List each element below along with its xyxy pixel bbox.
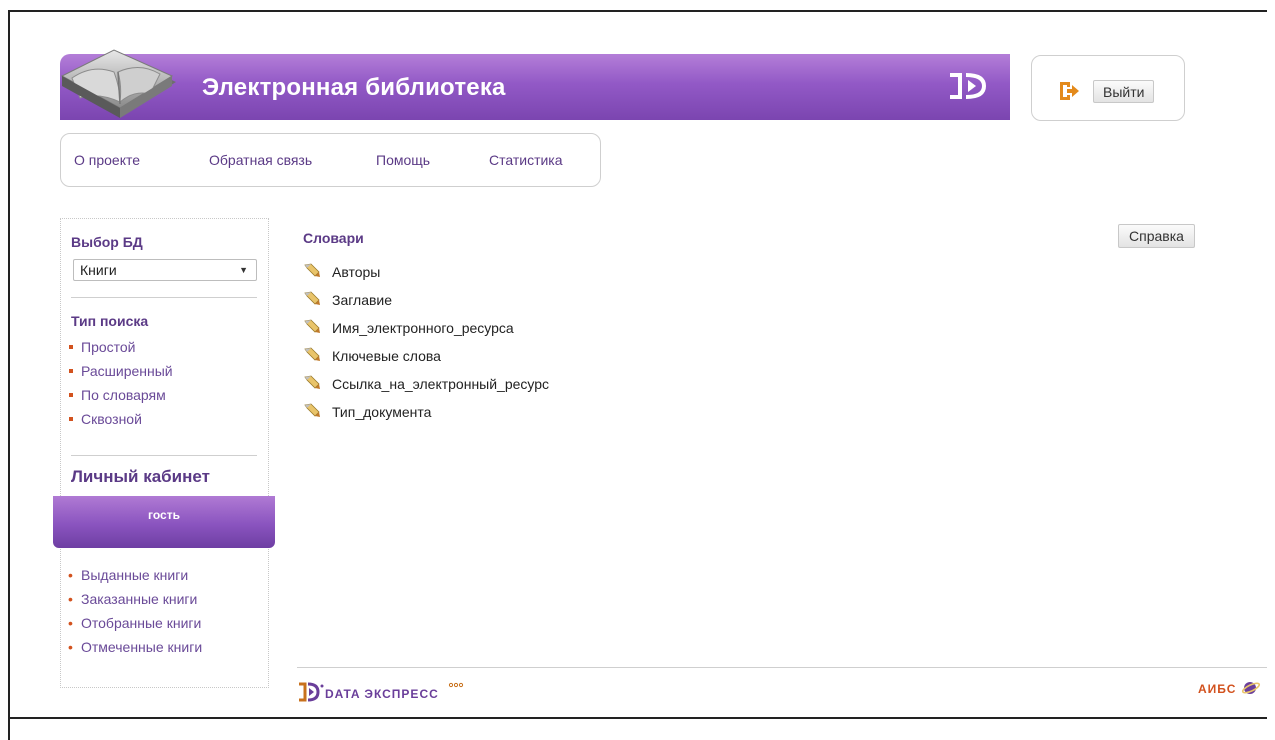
frame-bottom-line xyxy=(8,717,1267,719)
data-express-footer-logo[interactable]: DATA ЭКСПРЕСС xyxy=(297,676,477,706)
logout-icon[interactable] xyxy=(1058,81,1080,101)
frame-top-line xyxy=(8,10,1267,12)
header-banner: Электронная библиотека xyxy=(60,54,1010,120)
chevron-down-icon: ▼ xyxy=(239,265,248,275)
sidebar-divider xyxy=(71,297,257,298)
search-type-simple[interactable]: Простой xyxy=(67,335,173,359)
search-type-through[interactable]: Сквозной xyxy=(67,407,173,431)
top-nav: О проекте Обратная связь Помощь Статисти… xyxy=(60,133,601,187)
search-type-dictionaries[interactable]: По словарям xyxy=(67,383,173,407)
db-select-dropdown[interactable]: Книги ▼ xyxy=(73,259,257,281)
pencil-icon xyxy=(304,263,320,277)
user-badge: гость xyxy=(53,496,275,548)
aibs-logo[interactable]: АИБС xyxy=(1198,680,1262,696)
sidebar: Выбор БД Книги ▼ Тип поиска Простой Расш… xyxy=(53,218,275,688)
nav-about[interactable]: О проекте xyxy=(74,152,140,168)
search-type-extended[interactable]: Расширенный xyxy=(67,359,173,383)
dictionary-item[interactable]: Имя_электронного_ресурса xyxy=(303,314,549,342)
link-issued-books[interactable]: Выданные книги xyxy=(67,563,202,587)
link-marked-books[interactable]: Отмеченные книги xyxy=(67,635,202,659)
pencil-icon xyxy=(304,347,320,361)
svg-text:DATA ЭКСПРЕСС: DATA ЭКСПРЕСС xyxy=(325,687,439,701)
pencil-icon xyxy=(304,375,320,389)
cabinet-heading: Личный кабинет xyxy=(71,467,210,486)
dictionary-label: Заглавие xyxy=(332,292,393,308)
frame-left-line xyxy=(8,10,10,740)
aibs-logo-text: АИБС xyxy=(1198,682,1237,696)
db-select-heading: Выбор БД xyxy=(71,234,143,250)
sidebar-divider xyxy=(71,455,257,456)
footer-divider xyxy=(297,667,1267,668)
dictionaries-heading: Словари xyxy=(303,230,364,246)
cabinet-links: Выданные книги Заказанные книги Отобранн… xyxy=(67,563,202,659)
dictionary-list: Авторы Заглавие Имя_электронного_ресурса… xyxy=(303,258,549,426)
nav-help[interactable]: Помощь xyxy=(376,152,430,168)
dictionary-label: Авторы xyxy=(332,264,381,280)
dictionary-item[interactable]: Ключевые слова xyxy=(303,342,549,370)
dictionary-item[interactable]: Ссылка_на_электронный_ресурс xyxy=(303,370,549,398)
dictionary-label: Ссылка_на_электронный_ресурс xyxy=(332,376,550,392)
pencil-icon xyxy=(304,319,320,333)
dictionary-item[interactable]: Заглавие xyxy=(303,286,549,314)
dictionary-item[interactable]: Авторы xyxy=(303,258,549,286)
pencil-icon xyxy=(304,291,320,305)
dictionary-label: Ключевые слова xyxy=(332,348,441,364)
pencil-icon xyxy=(304,403,320,417)
book-icon xyxy=(60,49,176,118)
dictionary-label: Имя_электронного_ресурса xyxy=(332,320,514,336)
data-express-logo-icon xyxy=(950,73,987,99)
help-button[interactable]: Справка xyxy=(1118,224,1195,248)
db-select-value: Книги xyxy=(80,262,117,278)
nav-feedback[interactable]: Обратная связь xyxy=(209,152,312,168)
link-ordered-books[interactable]: Заказанные книги xyxy=(67,587,202,611)
dictionary-label: Тип_документа xyxy=(332,404,432,420)
page-title: Электронная библиотека xyxy=(202,74,506,101)
search-type-list: Простой Расширенный По словарям Сквозной xyxy=(67,335,173,431)
aibs-orb-icon xyxy=(1242,682,1261,694)
dictionary-item[interactable]: Тип_документа xyxy=(303,398,549,426)
search-type-heading: Тип поиска xyxy=(71,313,149,329)
logout-panel: Выйти xyxy=(1031,55,1185,121)
link-selected-books[interactable]: Отобранные книги xyxy=(67,611,202,635)
logout-button[interactable]: Выйти xyxy=(1093,80,1155,103)
nav-statistics[interactable]: Статистика xyxy=(489,152,563,168)
